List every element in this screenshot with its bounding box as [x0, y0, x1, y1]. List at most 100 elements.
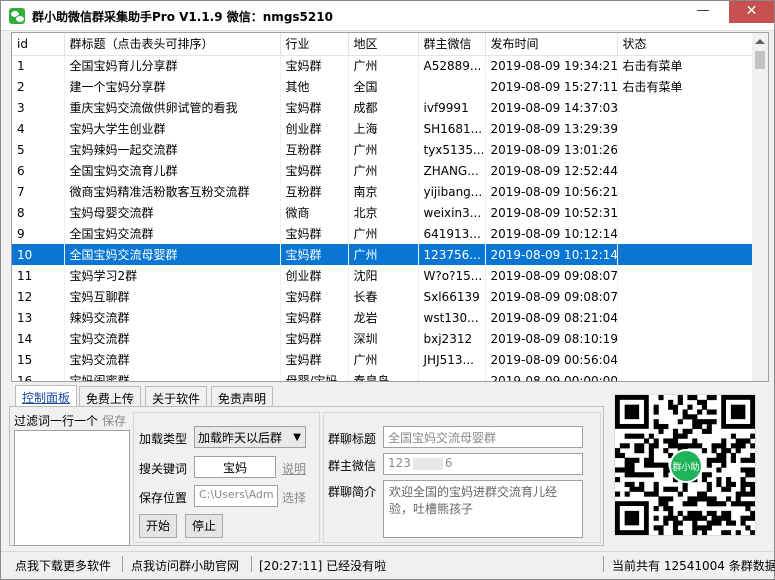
cell-region: 广州: [348, 349, 419, 370]
cell-industry: 宝妈群: [280, 307, 349, 328]
column-header-industry[interactable]: 行业: [280, 33, 349, 56]
cell-industry: 宝妈群: [280, 160, 349, 181]
tab-free-upload[interactable]: 免费上传: [79, 386, 142, 406]
scroll-up-icon[interactable]: [755, 39, 765, 44]
cell-title: 微商宝妈精准活粉散客互粉交流群: [64, 181, 281, 202]
cell-region: 广州: [348, 244, 419, 265]
cell-industry: 母婴/宝妈: [280, 370, 349, 381]
group-title-field[interactable]: 全国宝妈交流母婴群: [383, 426, 583, 448]
filter-save-link[interactable]: 保存: [102, 412, 126, 429]
column-header-owner-wechat[interactable]: 群主微信: [418, 33, 486, 56]
group-intro-field[interactable]: 欢迎全国的宝妈进群交流育儿经验，吐槽熊孩子: [383, 480, 583, 538]
total-count: 当前共有 12541004 条群数据: [612, 559, 775, 573]
cell-title: 全国宝妈交流育儿群: [64, 160, 281, 181]
cell-industry: 宝妈群: [280, 244, 349, 265]
cell-industry: 宝妈群: [280, 349, 349, 370]
vertical-scrollbar[interactable]: [752, 33, 768, 381]
cell-title: 宝妈大学生创业群: [64, 118, 281, 139]
visit-site-link[interactable]: 点我访问群小助官网: [131, 557, 239, 574]
tab-disclaimer[interactable]: 免责声明: [211, 386, 274, 406]
table-row[interactable]: 10 全国宝妈交流母婴群 宝妈群 广州 123756... 2019-08-09 10:1…: [12, 244, 755, 265]
tab-control-panel[interactable]: 控制面板: [15, 385, 78, 407]
owner-wechat-field[interactable]: 123 6: [383, 453, 583, 475]
control-panel: 过滤词一行一个 保存 加载类型 加载昨天以后群 ▼ 搜关键词 宝妈 说明 保存位…: [9, 406, 604, 546]
cell-status: [617, 328, 755, 349]
stop-button[interactable]: 停止: [185, 514, 223, 538]
close-button[interactable]: ✕: [729, 1, 774, 23]
table-row[interactable]: 5 宝妈辣妈一起交流群 互粉群 广州 tyx5135... 2019-08-09 13:0…: [12, 139, 755, 160]
table-row[interactable]: 11 宝妈学习2群 创业群 沈阳 W?o?15... 2019-08-09 09:08:0…: [12, 265, 755, 286]
cell-region: 沈阳: [348, 265, 419, 286]
owner-wechat-value-tail: 6: [444, 456, 453, 470]
cell-status: [617, 202, 755, 223]
choose-path-button[interactable]: 选择: [282, 489, 306, 506]
table-row[interactable]: 8 宝妈母婴交流群 微商 北京 weixin3... 2019-08-09 10:52:3…: [12, 202, 755, 223]
status-bar: 点我下载更多软件 点我访问群小助官网 [20:27:11] 已经没有啦 当前共有…: [1, 551, 775, 579]
table-row[interactable]: 15 宝妈交流群 宝妈群 广州 JHJ513... 2019-08-09 00:56:04: [12, 349, 755, 370]
tab-about[interactable]: 关于软件: [145, 386, 208, 406]
cell-id: 13: [12, 307, 65, 328]
cell-industry: 宝妈群: [280, 97, 349, 118]
load-type-select[interactable]: 加载昨天以后群 ▼: [194, 426, 306, 448]
cell-id: 5: [12, 139, 65, 160]
keyword-input[interactable]: 宝妈: [194, 456, 276, 478]
cell-status: 右击有菜单: [617, 76, 755, 97]
cell-industry: 宝妈群: [280, 55, 349, 76]
cell-status: [617, 244, 755, 265]
column-header-status[interactable]: 状态: [617, 33, 755, 56]
keyword-help-link[interactable]: 说明: [282, 460, 306, 477]
cell-industry: 宝妈群: [280, 223, 349, 244]
table-row[interactable]: 14 宝妈交流群 宝妈群 深圳 bxj2312 2019-08-09 08:10:19: [12, 328, 755, 349]
cell-title: 全国宝妈交流母婴群: [64, 244, 281, 265]
cell-owner-wechat: W?o?15...: [418, 265, 486, 286]
cell-owner-wechat: weixin3...: [418, 202, 486, 223]
cell-id: 4: [12, 118, 65, 139]
cell-status: [617, 370, 755, 381]
cell-industry: 微商: [280, 202, 349, 223]
cell-title: 辣妈交流群: [64, 307, 281, 328]
cell-id: 12: [12, 286, 65, 307]
cell-title: 宝妈闺蜜群: [64, 370, 281, 381]
cell-publish-time: 2019-08-09 14:37:03: [485, 97, 618, 118]
cell-status: [617, 97, 755, 118]
table-row[interactable]: 1 全国宝妈育儿分享群 宝妈群 广州 A52889... 2019-08-09 19:34…: [12, 55, 755, 76]
cell-industry: 其他: [280, 76, 349, 97]
minimize-button[interactable]: —: [689, 1, 717, 23]
cell-region: 长春: [348, 286, 419, 307]
column-header-region[interactable]: 地区: [348, 33, 419, 56]
cell-region: 龙岩: [348, 307, 419, 328]
table-row[interactable]: 12 宝妈互聊群 宝妈群 长春 Sxl66139 2019-08-09 09:08:07: [12, 286, 755, 307]
cell-owner-wechat: A52889...: [418, 55, 486, 76]
table-row[interactable]: 9 全国宝妈交流群 宝妈群 广州 641913... 2019-08-09 10:12:1…: [12, 223, 755, 244]
table-row[interactable]: 4 宝妈大学生创业群 创业群 上海 SH1681... 2019-08-09 13:29:…: [12, 118, 755, 139]
table-row[interactable]: 3 重庆宝妈交流做供卵试管的看我 宝妈群 成都 ivf9991 2019-08-09 14…: [12, 97, 755, 118]
download-more-link[interactable]: 点我下载更多软件: [15, 557, 111, 574]
cell-id: 3: [12, 97, 65, 118]
cell-publish-time: 2019-08-09 10:52:31: [485, 202, 618, 223]
table-row[interactable]: 2 建一个宝妈分享群 其他 全国 2019-08-09 15:27:11 右击有菜单: [12, 76, 755, 97]
table-row[interactable]: 6 全国宝妈交流育儿群 宝妈群 广州 ZHANG... 2019-08-09 12:52:…: [12, 160, 755, 181]
cell-status: 右击有菜单: [617, 55, 755, 76]
table-row[interactable]: 7 微商宝妈精准活粉散客互粉交流群 互粉群 南京 yijibang... 2019-08-…: [12, 181, 755, 202]
load-type-label: 加载类型: [139, 432, 188, 446]
wechat-icon: [9, 8, 25, 24]
cell-owner-wechat: ivf9991: [418, 97, 486, 118]
cell-status: [617, 139, 755, 160]
cell-publish-time: 2019-08-09 10:12:14: [485, 223, 618, 244]
column-header-publish-time[interactable]: 发布时间: [485, 33, 618, 56]
filter-words-textarea[interactable]: [14, 430, 130, 546]
start-button[interactable]: 开始: [139, 514, 177, 538]
cell-region: 上海: [348, 118, 419, 139]
table-row[interactable]: 13 辣妈交流群 宝妈群 龙岩 wst130... 2019-08-09 08:21:04: [12, 307, 755, 328]
table-row[interactable]: 16 宝妈闺蜜群 母婴/宝妈 秦皇岛 2019-08-09 00:00:00: [12, 370, 755, 381]
save-path-input[interactable]: C:\Users\Adm: [194, 485, 278, 507]
scroll-thumb[interactable]: [755, 51, 765, 69]
column-header-id[interactable]: id: [12, 33, 65, 56]
cell-status: [617, 265, 755, 286]
group-table[interactable]: id 群标题（点击表头可排序） 行业 地区 群主微信 发布时间 状态 1 全国宝妈…: [11, 32, 769, 382]
cell-owner-wechat: 123756...: [418, 244, 486, 265]
cell-publish-time: 2019-08-09 13:01:26: [485, 139, 618, 160]
table-header: id 群标题（点击表头可排序） 行业 地区 群主微信 发布时间 状态: [12, 33, 755, 56]
cell-owner-wechat: 641913...: [418, 223, 486, 244]
column-header-title[interactable]: 群标题（点击表头可排序）: [64, 33, 281, 56]
